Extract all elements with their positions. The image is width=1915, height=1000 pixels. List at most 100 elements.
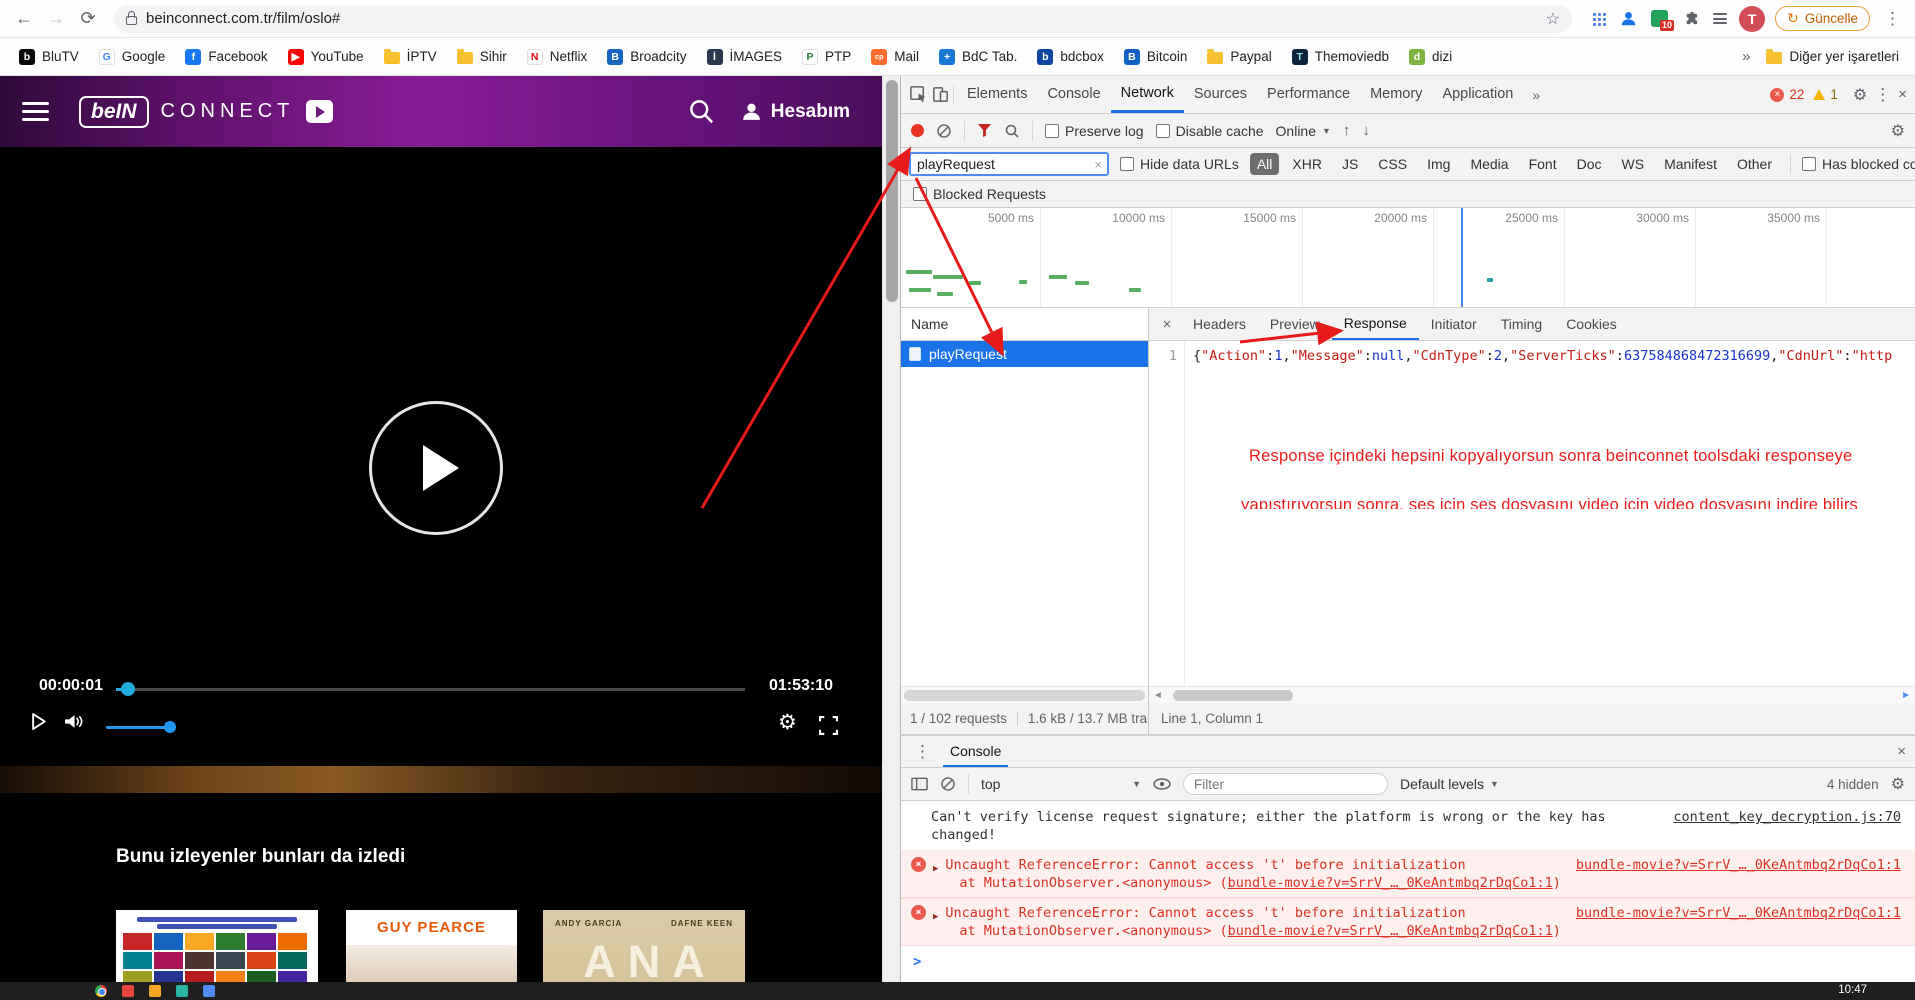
bookmark-sihir[interactable]: Sihir bbox=[448, 45, 516, 68]
scroll-left-icon[interactable]: ◄ bbox=[1153, 690, 1163, 701]
devtools-tab-console[interactable]: Console bbox=[1037, 76, 1110, 113]
console-filter-input[interactable] bbox=[1194, 777, 1377, 792]
devtools-close-icon[interactable]: × bbox=[1898, 86, 1907, 103]
clear-filter-icon[interactable]: × bbox=[1094, 157, 1102, 172]
stack-source-link[interactable]: bundle-movie?v=SrrV_…_0KeAntmbq2rDqCo1:1 bbox=[1228, 875, 1553, 891]
detail-tab-timing[interactable]: Timing bbox=[1489, 308, 1555, 340]
console-source-link[interactable]: bundle-movie?v=SrrV_…_0KeAntmbq2rDqCo1:1 bbox=[1558, 904, 1901, 922]
bookmark-dizi[interactable]: ddizi bbox=[1400, 45, 1461, 69]
clear-icon[interactable] bbox=[936, 123, 952, 139]
response-hscrollbar[interactable]: ◄ ► bbox=[1149, 686, 1915, 703]
disable-cache-checkbox[interactable]: Disable cache bbox=[1156, 123, 1264, 139]
detail-tab-response[interactable]: Response bbox=[1332, 308, 1419, 340]
url-text[interactable]: beinconnect.com.tr/film/oslo# bbox=[146, 10, 340, 27]
log-levels-dropdown[interactable]: Default levels▼ bbox=[1400, 776, 1499, 792]
browser-menu-icon[interactable]: ⋮ bbox=[1880, 9, 1905, 29]
console-prompt[interactable]: > bbox=[901, 946, 1915, 978]
bookmark-ptp[interactable]: PPTP bbox=[793, 45, 860, 69]
bookmark-themoviedb[interactable]: TThemoviedb bbox=[1283, 45, 1398, 69]
filter-type-xhr[interactable]: XHR bbox=[1285, 153, 1329, 175]
has-blocked-cookies-checkbox[interactable]: Has blocked cookies bbox=[1802, 156, 1915, 172]
filter-type-manifest[interactable]: Manifest bbox=[1657, 153, 1724, 175]
page-scrollbar[interactable] bbox=[882, 76, 900, 1000]
forward-icon[interactable]: → bbox=[42, 5, 70, 33]
devtools-tab-network[interactable]: Network bbox=[1111, 76, 1184, 113]
account-button[interactable]: Hesabım bbox=[741, 101, 850, 123]
filter-type-doc[interactable]: Doc bbox=[1570, 153, 1609, 175]
console-close-icon[interactable]: × bbox=[1897, 743, 1906, 760]
volume-handle[interactable] bbox=[164, 721, 176, 733]
bookmark-bdc-tab-[interactable]: +BdC Tab. bbox=[930, 45, 1026, 69]
filter-type-img[interactable]: Img bbox=[1420, 153, 1457, 175]
filter-type-js[interactable]: JS bbox=[1335, 153, 1365, 175]
filter-type-all[interactable]: All bbox=[1250, 153, 1280, 175]
taskbar-icon[interactable] bbox=[149, 985, 161, 997]
network-settings-icon[interactable]: ⚙ bbox=[1891, 121, 1905, 141]
detail-tab-headers[interactable]: Headers bbox=[1181, 308, 1258, 340]
blocked-requests-checkbox[interactable]: Blocked Requests bbox=[913, 186, 1046, 202]
export-har-icon[interactable]: ↓ bbox=[1362, 122, 1370, 139]
filter-type-other[interactable]: Other bbox=[1730, 153, 1779, 175]
bookmark-bitcoin[interactable]: BBitcoin bbox=[1115, 45, 1197, 69]
console-source-link[interactable]: bundle-movie?v=SrrV_…_0KeAntmbq2rDqCo1:1 bbox=[1558, 856, 1901, 874]
volume-slider[interactable] bbox=[106, 726, 168, 729]
taskbar-icon[interactable] bbox=[203, 985, 215, 997]
puzzle-extensions-icon[interactable] bbox=[1682, 10, 1699, 27]
scrollbar-thumb[interactable] bbox=[886, 80, 898, 302]
detail-tab-cookies[interactable]: Cookies bbox=[1554, 308, 1629, 340]
devtools-tab-sources[interactable]: Sources bbox=[1184, 76, 1257, 113]
javascript-context-dropdown[interactable]: top▼ bbox=[981, 776, 1141, 792]
network-overview-timeline[interactable]: 5000 ms10000 ms15000 ms20000 ms25000 ms3… bbox=[901, 208, 1915, 308]
tab-console[interactable]: Console bbox=[943, 736, 1008, 767]
back-icon[interactable]: ← bbox=[10, 5, 38, 33]
avatar[interactable]: T bbox=[1739, 6, 1765, 32]
bookmark-paypal[interactable]: Paypal bbox=[1198, 45, 1280, 68]
bookmark-bdcbox[interactable]: bbdcbox bbox=[1028, 45, 1113, 69]
import-har-icon[interactable]: ↑ bbox=[1343, 122, 1351, 139]
seek-handle[interactable] bbox=[121, 682, 135, 696]
devtools-tab-application[interactable]: Application bbox=[1432, 76, 1523, 113]
scroll-right-icon[interactable]: ► bbox=[1901, 690, 1911, 701]
person-extension-icon[interactable] bbox=[1620, 10, 1637, 27]
bookmark-star-icon[interactable]: ☆ bbox=[1546, 9, 1560, 29]
extension-icon[interactable]: 10 bbox=[1651, 10, 1668, 27]
bookmark-facebook[interactable]: fFacebook bbox=[176, 45, 276, 69]
devtools-tab-elements[interactable]: Elements bbox=[957, 76, 1037, 113]
filter-type-css[interactable]: CSS bbox=[1371, 153, 1414, 175]
bookmark-blutv[interactable]: bBluTV bbox=[10, 45, 88, 69]
filter-type-media[interactable]: Media bbox=[1463, 153, 1515, 175]
address-bar[interactable]: beinconnect.com.tr/film/oslo# ☆ bbox=[114, 5, 1572, 33]
fullscreen-icon[interactable] bbox=[819, 716, 838, 735]
search-network-icon[interactable] bbox=[1004, 123, 1020, 139]
devtools-menu-icon[interactable]: ⋮ bbox=[1870, 85, 1895, 105]
volume-icon[interactable] bbox=[64, 714, 84, 729]
bein-connect-logo[interactable]: beIN CONNECT bbox=[79, 96, 333, 128]
expand-caret-icon[interactable]: ▶ bbox=[933, 860, 938, 892]
reload-icon[interactable]: ⟳ bbox=[74, 5, 102, 33]
response-content[interactable]: {"Action":1,"Message":null,"CdnType":2,"… bbox=[1193, 348, 1892, 364]
devtools-tab-memory[interactable]: Memory bbox=[1360, 76, 1432, 113]
detail-tab-initiator[interactable]: Initiator bbox=[1419, 308, 1489, 340]
close-detail-icon[interactable]: × bbox=[1153, 316, 1181, 333]
stack-source-link[interactable]: bundle-movie?v=SrrV_…_0KeAntmbq2rDqCo1:1 bbox=[1228, 923, 1553, 939]
taskbar-icon[interactable] bbox=[95, 985, 107, 997]
devtools-settings-icon[interactable]: ⚙ bbox=[1853, 85, 1867, 105]
name-column-header[interactable]: Name bbox=[901, 308, 1148, 341]
play-button[interactable] bbox=[369, 401, 503, 535]
preserve-log-checkbox[interactable]: Preserve log bbox=[1045, 123, 1144, 139]
menu-icon[interactable] bbox=[22, 97, 49, 126]
player-play-icon[interactable] bbox=[31, 713, 47, 730]
error-count-badge[interactable]: ×22 bbox=[1770, 87, 1804, 102]
warning-count-badge[interactable]: 1 bbox=[1813, 87, 1838, 102]
network-filter-input[interactable] bbox=[917, 156, 1089, 172]
bookmark-youtube[interactable]: ▶YouTube bbox=[279, 45, 373, 69]
clear-console-icon[interactable] bbox=[940, 776, 956, 792]
requests-hscrollbar[interactable] bbox=[901, 686, 1148, 703]
bookmark-broadcity[interactable]: BBroadcity bbox=[598, 45, 695, 69]
live-expression-eye-icon[interactable] bbox=[1153, 778, 1171, 790]
bookmark-i-ptv[interactable]: İPTV bbox=[375, 45, 446, 68]
console-menu-icon[interactable]: ⋮ bbox=[910, 742, 935, 762]
console-sidebar-icon[interactable] bbox=[911, 777, 928, 791]
apps-grid-icon[interactable] bbox=[1592, 12, 1606, 26]
bookmark-netflix[interactable]: NNetflix bbox=[518, 45, 597, 69]
